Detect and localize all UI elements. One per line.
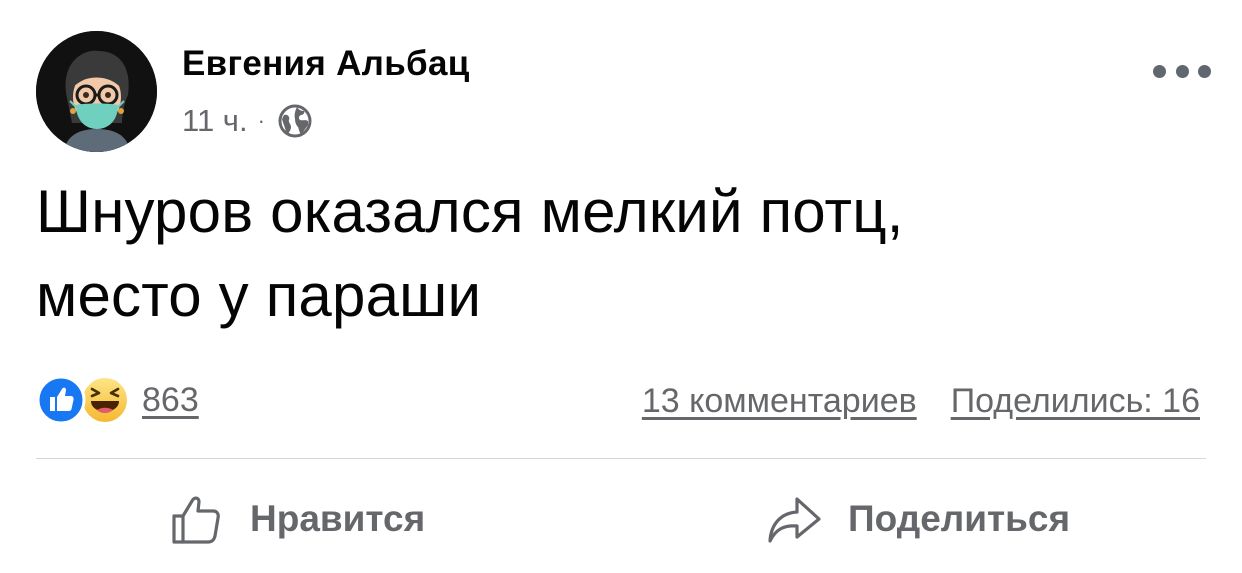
comments-link[interactable]: 13 комментариев <box>642 382 917 421</box>
reactions-summary[interactable]: 863 <box>36 375 199 425</box>
reactions-count[interactable]: 863 <box>142 381 199 420</box>
haha-reaction-icon <box>81 376 129 424</box>
post-text: Шнуров оказался мелкий потц, место у пар… <box>36 170 1196 338</box>
post-meta: 11 ч. · <box>182 101 313 141</box>
more-dot-icon <box>1175 64 1189 78</box>
globe-icon[interactable] <box>277 103 313 139</box>
meta-separator: · <box>257 108 265 133</box>
author-name[interactable]: Евгения Альбац <box>182 44 470 84</box>
shares-link[interactable]: Поделились: 16 <box>951 382 1200 421</box>
share-button[interactable]: Поделиться <box>766 486 1070 552</box>
more-options-button[interactable] <box>1153 58 1211 84</box>
more-dot-icon <box>1153 64 1166 78</box>
like-button-label: Нравится <box>250 498 426 539</box>
post-timestamp[interactable]: 11 ч. <box>182 103 248 139</box>
more-dot-icon <box>1198 64 1211 78</box>
like-reaction-icon <box>36 375 86 425</box>
share-button-label: Поделиться <box>848 498 1071 539</box>
divider <box>36 458 1206 459</box>
like-button[interactable]: Нравится <box>168 486 425 552</box>
share-arrow-icon <box>768 497 821 543</box>
thumbs-up-icon <box>172 496 220 544</box>
post-stats: 13 комментариев Поделились: 16 <box>642 378 1200 424</box>
post-text-line: место у параши <box>36 262 482 329</box>
post-text-line: Шнуров оказался мелкий потц, <box>36 178 904 245</box>
author-avatar[interactable] <box>36 31 157 152</box>
